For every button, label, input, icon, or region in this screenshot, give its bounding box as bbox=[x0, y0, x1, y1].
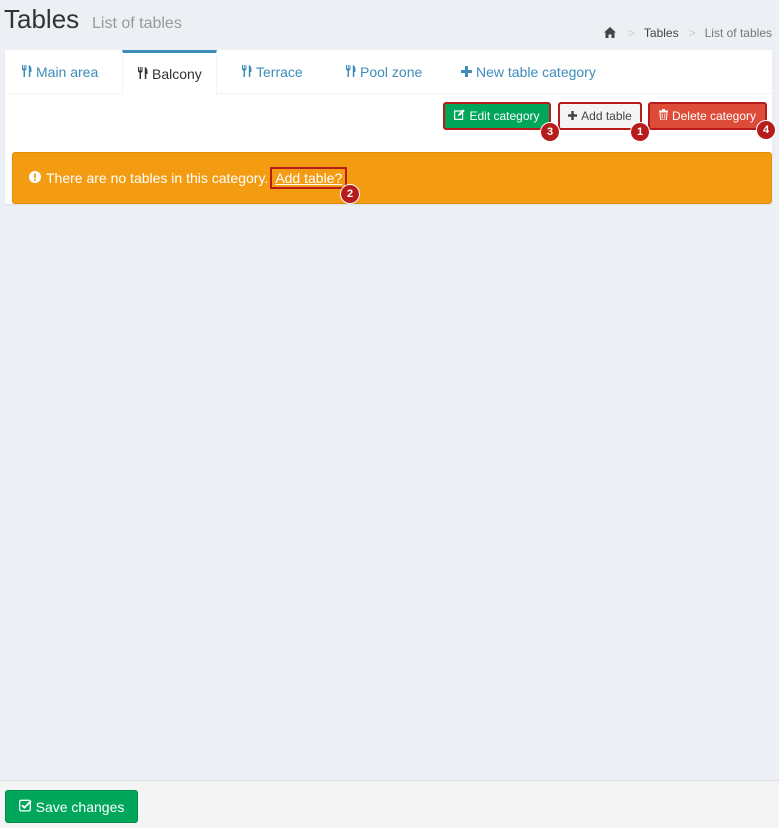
tab-label: Main area bbox=[36, 64, 99, 80]
check-square-icon bbox=[18, 799, 32, 815]
page-subtitle: List of tables bbox=[92, 15, 182, 32]
tables-box: Main area Balcony Terrace Pool zone New … bbox=[5, 50, 776, 204]
breadcrumb: > Tables > List of tables bbox=[603, 26, 772, 40]
save-changes-label: Save changes bbox=[35, 798, 125, 815]
tab-terrace[interactable]: Terrace bbox=[227, 50, 317, 94]
category-toolbar: Edit category Add table Delete category … bbox=[5, 102, 776, 142]
footer-bar: Save changes bbox=[0, 780, 779, 828]
save-changes-button[interactable]: Save changes bbox=[5, 790, 138, 823]
breadcrumb-tables[interactable]: Tables bbox=[644, 26, 679, 40]
tab-label: New table category bbox=[476, 64, 596, 80]
add-table-button[interactable]: Add table bbox=[558, 102, 642, 130]
cutlery-icon bbox=[345, 64, 356, 80]
annotation-badge: 2 bbox=[340, 184, 360, 204]
add-table-link[interactable]: Add table? bbox=[270, 167, 348, 189]
tab-main-area[interactable]: Main area bbox=[7, 50, 112, 94]
tab-label: Terrace bbox=[256, 64, 303, 80]
alert-text: There are no tables in this category. bbox=[46, 170, 269, 186]
cutlery-icon bbox=[241, 64, 252, 80]
tab-label: Balcony bbox=[152, 66, 202, 82]
warning-alert: There are no tables in this category. Ad… bbox=[12, 152, 772, 204]
trash-icon bbox=[658, 109, 668, 123]
edit-category-label: Edit category bbox=[469, 109, 540, 123]
exclamation-circle-icon bbox=[29, 170, 41, 186]
tab-balcony[interactable]: Balcony bbox=[122, 50, 217, 95]
home-icon[interactable] bbox=[603, 27, 618, 39]
plus-icon bbox=[461, 64, 472, 80]
cutlery-icon bbox=[21, 64, 32, 80]
tab-new-table-category[interactable]: New table category bbox=[447, 50, 610, 94]
cutlery-icon bbox=[137, 66, 148, 82]
edit-category-button[interactable]: Edit category bbox=[443, 102, 551, 130]
breadcrumb-separator: > bbox=[627, 26, 635, 40]
category-tabs: Main area Balcony Terrace Pool zone New … bbox=[5, 50, 772, 95]
delete-category-button[interactable]: Delete category bbox=[648, 102, 767, 130]
annotation-badge: 3 bbox=[540, 122, 560, 142]
tab-label: Pool zone bbox=[360, 64, 423, 80]
annotation-badge: 4 bbox=[756, 120, 776, 140]
tab-pool-zone[interactable]: Pool zone bbox=[331, 50, 436, 94]
content-header: Tables List of tables > Tables > List of… bbox=[0, 0, 779, 50]
edit-icon bbox=[454, 109, 466, 123]
breadcrumb-current: List of tables bbox=[704, 26, 772, 40]
plus-icon bbox=[568, 109, 578, 123]
breadcrumb-separator: > bbox=[688, 26, 696, 40]
annotation-badge: 1 bbox=[630, 122, 650, 142]
delete-category-label: Delete category bbox=[671, 109, 757, 123]
page-title: Tables bbox=[4, 4, 80, 34]
add-table-label: Add table bbox=[581, 109, 632, 123]
